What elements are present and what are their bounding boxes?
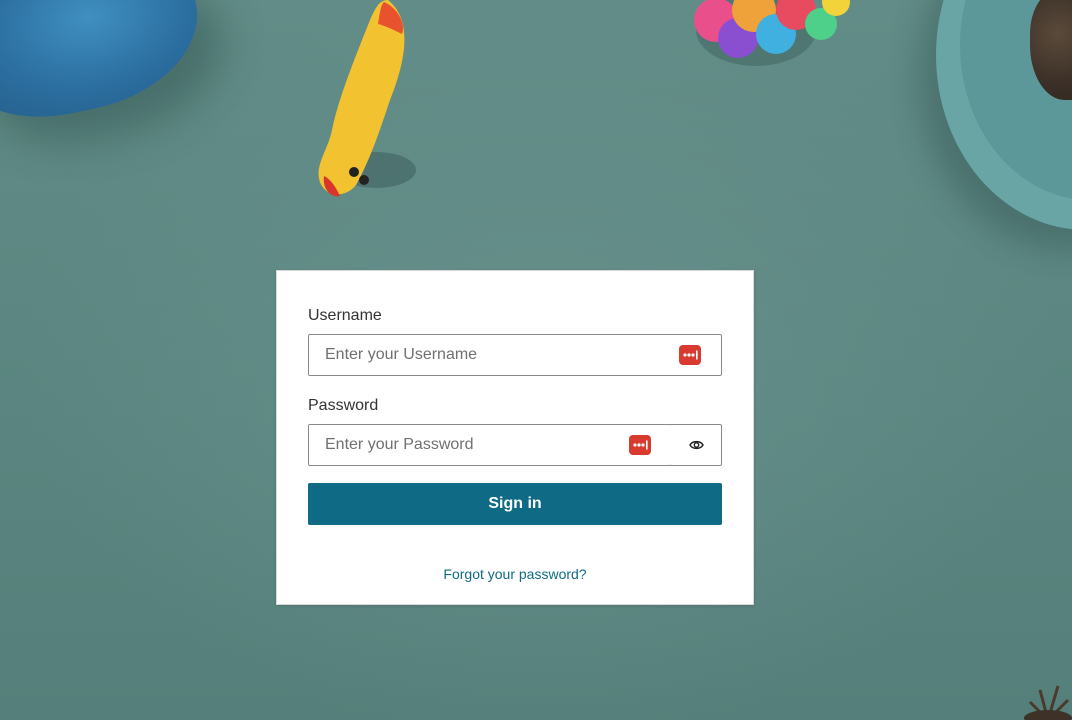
eye-icon [689,440,704,450]
blue-toy-decoration [0,0,213,134]
username-input[interactable] [309,335,721,375]
login-card: Username Password Sign [276,270,754,605]
password-manager-icon[interactable] [679,345,701,365]
forgot-password-link[interactable]: Forgot your password? [277,566,753,582]
rubber-chicken-decoration [318,0,416,197]
sign-in-button[interactable]: Sign in [308,483,722,525]
username-label: Username [308,307,382,324]
username-field-wrapper [308,334,722,376]
plant-decoration [1024,685,1072,720]
password-manager-icon[interactable] [629,435,651,455]
password-input[interactable] [309,425,671,465]
password-label: Password [308,397,379,414]
show-password-button[interactable] [671,424,722,466]
knot-ball-decoration [694,0,850,66]
password-field-wrapper [308,424,672,466]
